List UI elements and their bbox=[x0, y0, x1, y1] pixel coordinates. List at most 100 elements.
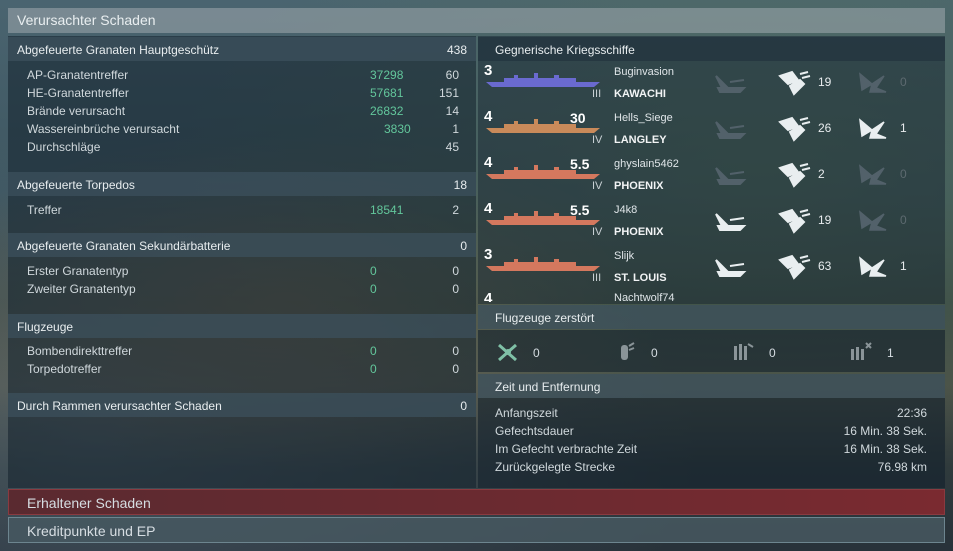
hit-count: 63 bbox=[818, 259, 832, 273]
time-label: Zeit und Entfernung bbox=[495, 380, 601, 394]
stat-count: 0 bbox=[452, 264, 459, 278]
aircraft-destroyed-panel bbox=[478, 330, 945, 372]
ship-name: LANGLEY bbox=[614, 134, 667, 146]
fire-count: 0 bbox=[900, 75, 907, 89]
torpedo-hit-icon bbox=[715, 259, 747, 277]
torpedo-hit-icon bbox=[715, 121, 747, 139]
enemy-ship-row[interactable]: 4 5.5 ghyslain5462 IV PHOENIX 2 0 bbox=[478, 154, 945, 200]
ramming-label: Durch Rammen verursachter Schaden bbox=[17, 399, 222, 413]
secondary-total: 0 bbox=[460, 239, 467, 253]
aircraft-count: 0 bbox=[651, 346, 658, 360]
ship-tier: IV bbox=[592, 134, 603, 146]
stat-damage: 0 bbox=[370, 362, 377, 376]
ship-number: 30 bbox=[570, 110, 586, 126]
time-row-label: Gefechtsdauer bbox=[495, 424, 574, 438]
stat-damage: 37298 bbox=[370, 68, 404, 82]
enemy-label: Gegnerische Kriegsschiffe bbox=[495, 43, 635, 57]
stat-label: AP-Granatentreffer bbox=[27, 68, 129, 82]
stat-count: 14 bbox=[445, 104, 459, 118]
ramming-total: 0 bbox=[460, 399, 467, 413]
hit-count: 19 bbox=[818, 213, 832, 227]
stat-count: 2 bbox=[452, 203, 459, 217]
tab-credits-xp[interactable]: Kreditpunkte und EP bbox=[8, 517, 945, 543]
stat-label: Bombendirekttreffer bbox=[27, 344, 133, 358]
fire-icon bbox=[859, 72, 887, 93]
stat-row: Brände verursacht 26832 14 bbox=[18, 102, 468, 120]
player-name: Slijk bbox=[614, 250, 635, 262]
time-row-value: 22:36 bbox=[896, 406, 927, 420]
stat-row: AP-Granatentreffer 37298 60 bbox=[18, 66, 468, 84]
aircraft-label: Flugzeuge bbox=[17, 320, 74, 334]
ship-number: 5.5 bbox=[570, 156, 590, 172]
aircraft-count: 0 bbox=[769, 346, 776, 360]
time-header: Zeit und Entfernung bbox=[478, 374, 945, 398]
ship-tier: IV bbox=[592, 226, 603, 238]
aircraft-count: 1 bbox=[887, 346, 894, 360]
stat-row: Wassereinbrüche verursacht 3830 1 bbox=[18, 120, 468, 138]
enemy-ship-row[interactable]: 4 5.5 J4k8 IV PHOENIX 19 0 bbox=[478, 200, 945, 246]
shell-hit-icon bbox=[778, 254, 811, 280]
panel-title: Verursachter Schaden bbox=[8, 8, 945, 33]
panel-title-text: Verursachter Schaden bbox=[17, 12, 156, 28]
stat-row: Torpedotreffer 0 0 bbox=[18, 360, 468, 378]
secondary-label: Abgefeuerte Granaten Sekundärbatterie bbox=[17, 239, 231, 253]
enemy-ship-row[interactable]: 3 Buginvasion III KAWACHI 19 0 bbox=[478, 62, 945, 108]
torpedo-hit-icon bbox=[715, 213, 747, 231]
shell-hit-icon bbox=[778, 116, 811, 142]
stat-damage: 0 bbox=[370, 282, 377, 296]
stat-row: Zweiter Granatentyp 0 0 bbox=[18, 280, 468, 298]
stat-row: HE-Granatentreffer 57681 151 bbox=[18, 84, 468, 102]
shell-hit-icon bbox=[778, 208, 811, 234]
fire-count: 0 bbox=[900, 167, 907, 181]
main-battery-total: 438 bbox=[446, 43, 467, 57]
aircraft-destroyed-header: Flugzeuge zerstört bbox=[478, 305, 945, 329]
secondary-header: Abgefeuerte Granaten Sekundärbatterie 0 bbox=[8, 233, 476, 257]
fire-count: 0 bbox=[900, 213, 907, 227]
ship-name: PHOENIX bbox=[614, 180, 664, 192]
enemy-ship-row[interactable]: 4 30 Hells_Siege IV LANGLEY 26 1 bbox=[478, 108, 945, 154]
time-row-label: Zurückgelegte Strecke bbox=[495, 460, 616, 474]
main-battery-label: Abgefeuerte Granaten Hauptgeschütz bbox=[17, 43, 220, 57]
player-name: J4k8 bbox=[614, 204, 638, 216]
time-row-label: Anfangszeit bbox=[495, 406, 558, 420]
tab-received-damage[interactable]: Erhaltener Schaden bbox=[8, 489, 945, 515]
ship-silhouette bbox=[486, 257, 600, 271]
player-name: Hells_Siege bbox=[614, 112, 673, 124]
squadron-icon bbox=[851, 342, 872, 360]
stat-label: Zweiter Granatentyp bbox=[27, 282, 136, 296]
time-row-value: 16 Min. 38 Sek. bbox=[843, 424, 927, 438]
shell-hit-icon bbox=[778, 162, 811, 188]
ship-tier: III bbox=[592, 88, 602, 100]
fire-count: 1 bbox=[900, 259, 907, 273]
stat-damage: 57681 bbox=[370, 86, 404, 100]
ship-silhouette bbox=[486, 73, 600, 87]
torpedo-label: Abgefeuerte Torpedos bbox=[17, 178, 135, 192]
stat-count: 60 bbox=[445, 68, 459, 82]
main-battery-header: Abgefeuerte Granaten Hauptgeschütz 438 bbox=[8, 37, 476, 61]
fighter-icon bbox=[498, 343, 517, 362]
fire-icon bbox=[859, 210, 887, 231]
enemy-ship-row[interactable]: 3 Slijk III ST. LOUIS 63 1 bbox=[478, 246, 945, 292]
stat-damage: 3830 bbox=[384, 122, 411, 136]
hit-count: 26 bbox=[818, 121, 832, 135]
ship-name: ST. LOUIS bbox=[614, 272, 667, 284]
time-row-label: Im Gefecht verbrachte Zeit bbox=[495, 442, 638, 456]
stat-label: Torpedotreffer bbox=[27, 362, 102, 376]
shell-hit-icon bbox=[778, 70, 811, 96]
stat-label: Erster Granatentyp bbox=[27, 264, 129, 278]
aircraft-destroyed-label: Flugzeuge zerstört bbox=[495, 311, 595, 325]
stat-label: Treffer bbox=[27, 203, 62, 217]
fire-icon bbox=[859, 164, 887, 185]
time-row-value: 76.98 km bbox=[877, 460, 927, 474]
torpedo-hit-icon bbox=[715, 75, 747, 93]
stat-count: 0 bbox=[452, 344, 459, 358]
torpedo-hit-icon bbox=[715, 167, 747, 185]
ship-name: PHOENIX bbox=[614, 226, 664, 238]
stat-count: 1 bbox=[452, 122, 459, 136]
time-row: Anfangszeit 22:36 bbox=[486, 404, 936, 422]
hit-count: 2 bbox=[818, 167, 825, 181]
stat-count: 45 bbox=[445, 140, 459, 154]
player-name: Nachtwolf74 bbox=[614, 292, 675, 302]
stat-count: 0 bbox=[452, 362, 459, 376]
stat-damage: 26832 bbox=[370, 104, 404, 118]
